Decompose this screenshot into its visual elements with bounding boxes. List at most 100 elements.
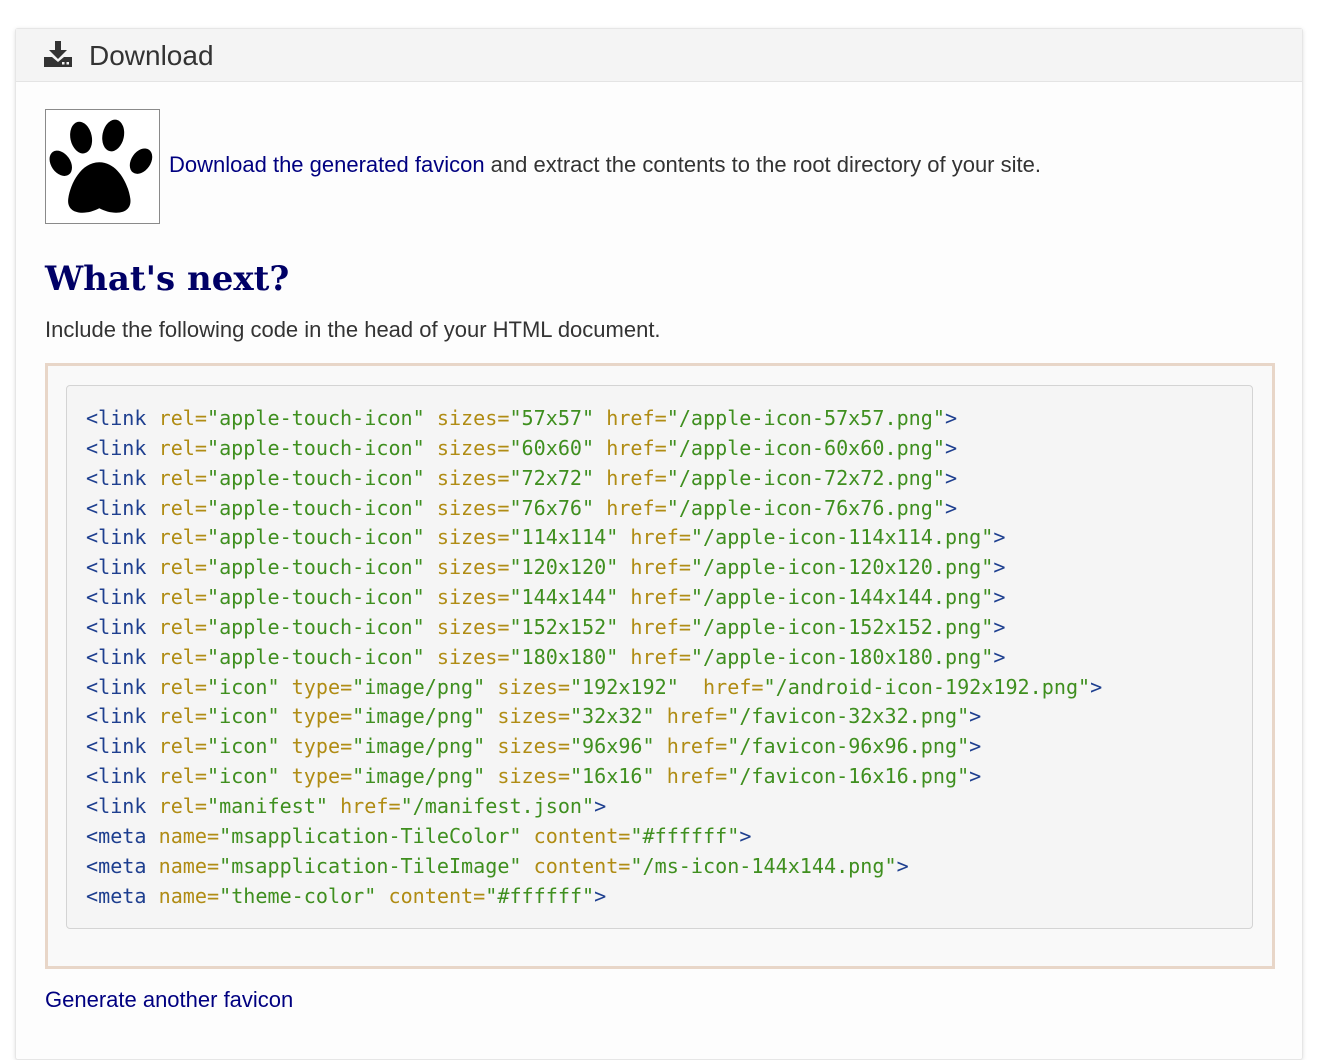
code-token-val: "120x120"	[509, 555, 619, 580]
code-token-val: "/favicon-96x96.png"	[727, 734, 970, 759]
code-line: <link rel="apple-touch-icon" sizes="120x…	[86, 553, 1102, 583]
code-token-val: "60x60"	[509, 435, 595, 460]
code-token-attr: name=	[158, 823, 220, 848]
code-token-val: "192x192"	[569, 674, 679, 699]
code-token-attr: href=	[654, 764, 728, 789]
code-token-attr: rel=	[158, 465, 207, 490]
code-token-val: "apple-touch-icon"	[206, 644, 425, 669]
code-token-tag: <link	[86, 435, 159, 460]
code-token-tag: >	[993, 555, 1006, 580]
code-token-val: "/apple-icon-152x152.png"	[690, 614, 994, 639]
code-token-val: "/apple-icon-114x114.png"	[690, 525, 994, 550]
code-token-tag: <link	[86, 585, 159, 610]
code-token-attr: href=	[618, 644, 691, 669]
code-token-val: "apple-touch-icon"	[206, 495, 425, 520]
code-token-attr: sizes=	[424, 525, 510, 550]
generate-another-link[interactable]: Generate another favicon	[45, 987, 293, 1013]
code-token-attr: content=	[521, 853, 631, 878]
code-token-tag: <link	[86, 525, 159, 550]
code-token-val: "144x144"	[509, 585, 619, 610]
code-token-tag: >	[969, 734, 982, 759]
code-token-attr: type=	[279, 764, 353, 789]
code-token-val: "msapplication-TileColor"	[219, 823, 522, 848]
code-token-attr: sizes=	[485, 764, 570, 789]
code-line: <link rel="apple-touch-icon" sizes="144x…	[86, 583, 1102, 613]
code-line: <link rel="apple-touch-icon" sizes="76x7…	[86, 494, 1102, 524]
code-token-tag: <link	[86, 764, 159, 789]
code-token-attr: sizes=	[424, 614, 510, 639]
code-line: <link rel="icon" type="image/png" sizes=…	[86, 702, 1102, 732]
code-token-attr: rel=	[158, 406, 207, 430]
code-token-val: "114x114"	[509, 525, 619, 550]
code-line: <link rel="apple-touch-icon" sizes="114x…	[86, 523, 1102, 553]
download-panel: Download Download the generated favicon …	[15, 28, 1303, 1060]
code-token-attr: rel=	[158, 704, 207, 729]
code-token-tag: >	[896, 853, 909, 878]
code-token-tag: >	[944, 495, 958, 520]
code-token-val: "/favicon-32x32.png"	[727, 704, 970, 729]
code-token-tag: >	[594, 883, 607, 908]
code-token-attr: sizes=	[424, 585, 510, 610]
code-token-val: "/android-icon-192x192.png"	[763, 674, 1091, 699]
code-token-attr: name=	[158, 853, 220, 878]
code-token-tag: <meta	[86, 883, 159, 908]
code-line: <meta name="msapplication-TileImage" con…	[86, 852, 1102, 882]
code-token-attr: rel=	[158, 614, 207, 639]
code-token-val: "/apple-icon-60x60.png"	[666, 435, 945, 460]
code-line: <link rel="apple-touch-icon" sizes="57x5…	[86, 404, 1102, 434]
code-line: <link rel="manifest" href="/manifest.jso…	[86, 792, 1102, 822]
code-token-val: "apple-touch-icon"	[206, 525, 425, 550]
code-token-val: "72x72"	[509, 465, 595, 490]
code-token-val: "/ms-icon-144x144.png"	[630, 853, 897, 878]
code-token-attr: href=	[678, 674, 764, 699]
code-token-tag: <link	[86, 465, 159, 490]
code-token-val: "apple-touch-icon"	[206, 465, 425, 490]
code-token-val: "apple-touch-icon"	[206, 555, 425, 580]
code-token-attr: sizes=	[424, 435, 510, 460]
code-token-tag: <link	[86, 734, 159, 759]
code-token-attr: sizes=	[485, 734, 570, 759]
code-token-val: "theme-color"	[219, 883, 377, 908]
code-line: <meta name="theme-color" content="#fffff…	[86, 882, 1102, 912]
code-token-attr: rel=	[158, 644, 207, 669]
code-token-tag: >	[969, 764, 982, 789]
code-token-attr: href=	[594, 465, 667, 490]
download-instruction-text: and extract the contents to the root dir…	[484, 152, 1041, 177]
code-token-val: "/manifest.json"	[400, 793, 595, 818]
code-token-attr: href=	[654, 734, 728, 759]
code-line: <link rel="apple-touch-icon" sizes="72x7…	[86, 464, 1102, 494]
code-token-val: "msapplication-TileImage"	[219, 853, 522, 878]
code-token-val: "/apple-icon-76x76.png"	[666, 495, 945, 520]
code-line: <link rel="apple-touch-icon" sizes="60x6…	[86, 434, 1102, 464]
code-token-attr: sizes=	[424, 465, 510, 490]
code-token-tag: <link	[86, 614, 159, 639]
code-token-attr: rel=	[158, 525, 207, 550]
code-token-attr: name=	[158, 883, 220, 908]
code-token-tag: >	[944, 435, 958, 460]
code-line: <link rel="apple-touch-icon" sizes="180x…	[86, 643, 1102, 673]
code-token-tag: >	[944, 406, 958, 430]
code-line: <link rel="icon" type="image/png" sizes=…	[86, 762, 1102, 792]
download-favicon-link[interactable]: Download the generated favicon	[169, 152, 485, 177]
code-block[interactable]: <link rel="apple-touch-icon" sizes="57x5…	[66, 385, 1253, 929]
code-token-attr: sizes=	[485, 674, 570, 699]
whats-next-heading: What's next?	[45, 259, 290, 299]
code-token-attr: content=	[376, 883, 486, 908]
code-token-tag: >	[944, 465, 958, 490]
code-token-val: "image/png"	[352, 674, 486, 699]
code-token-tag: <link	[86, 644, 159, 669]
code-token-attr: rel=	[158, 674, 207, 699]
code-token-attr: rel=	[158, 764, 207, 789]
code-token-attr: sizes=	[424, 644, 510, 669]
panel-header: Download	[16, 29, 1302, 82]
code-token-val: "/apple-icon-72x72.png"	[666, 465, 945, 490]
code-token-attr: rel=	[158, 585, 207, 610]
code-token-attr: href=	[594, 495, 667, 520]
code-token-val: "apple-touch-icon"	[206, 585, 425, 610]
code-token-tag: >	[993, 585, 1006, 610]
favicon-preview	[45, 109, 160, 224]
code-token-attr: sizes=	[485, 704, 570, 729]
code-token-attr: type=	[279, 734, 353, 759]
code-token-val: "180x180"	[509, 644, 619, 669]
code-line: <link rel="icon" type="image/png" sizes=…	[86, 673, 1102, 703]
